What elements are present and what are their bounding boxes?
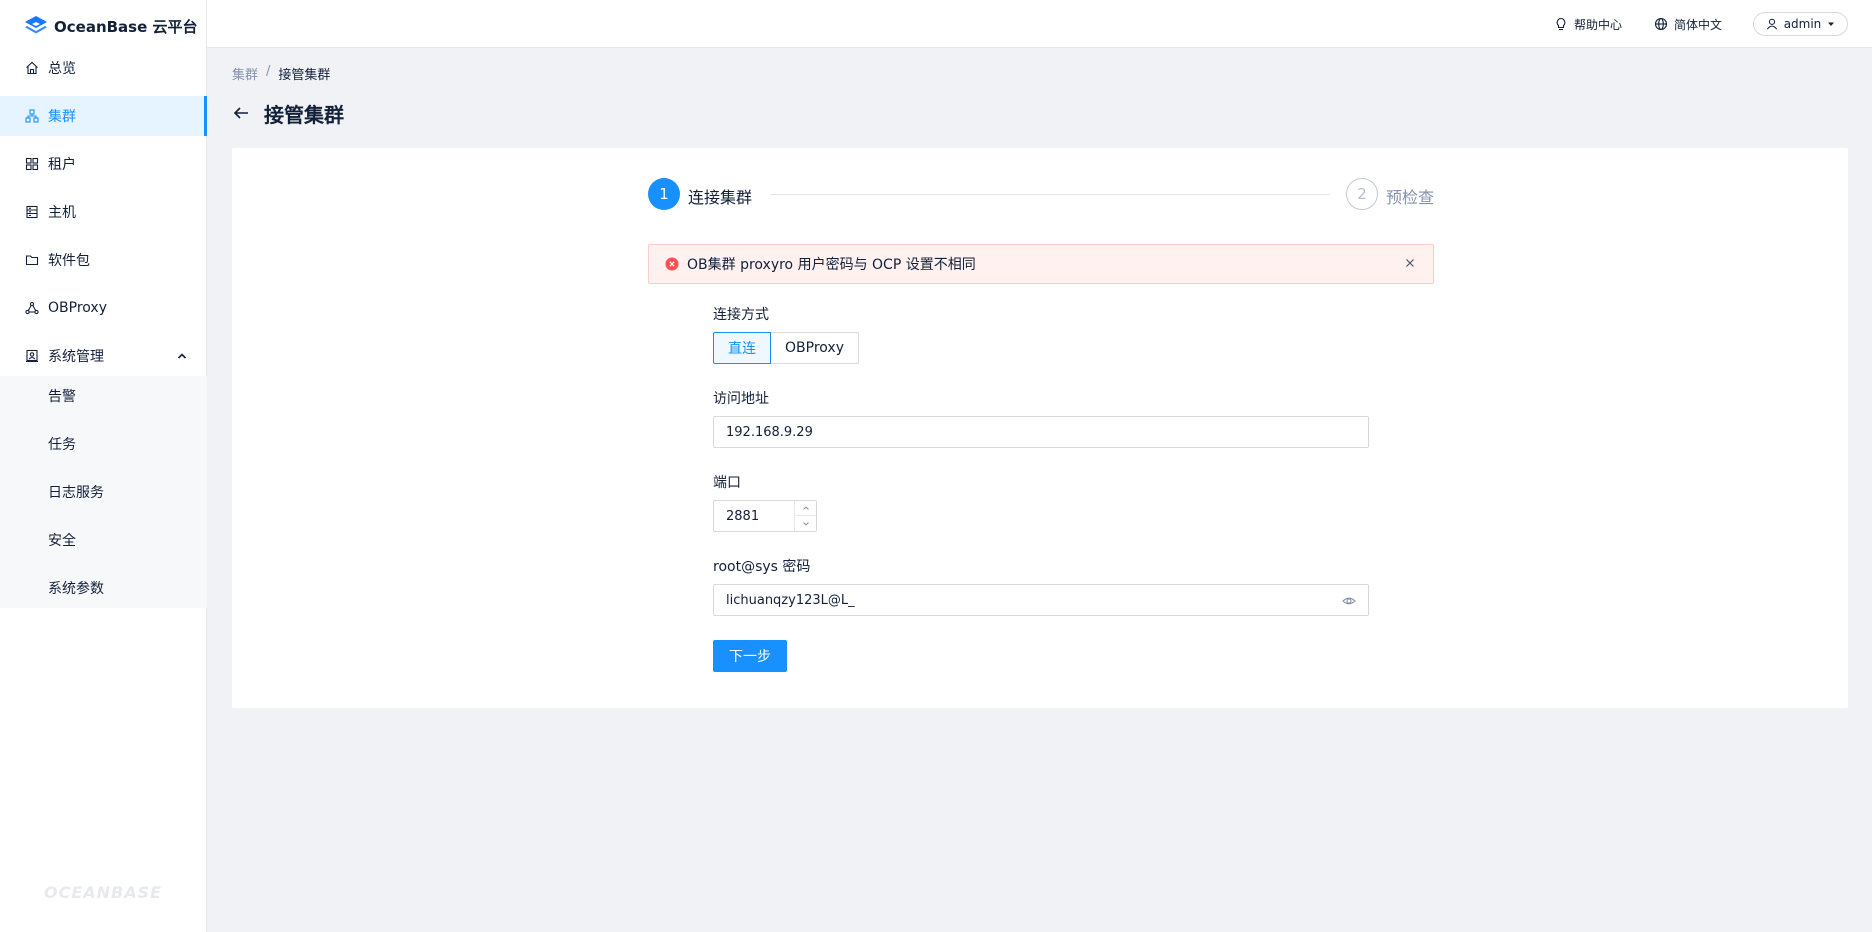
breadcrumb-parent[interactable]: 集群 [232, 64, 258, 83]
sidebar-item-obproxy[interactable]: OBProxy [0, 288, 207, 328]
page-header: 接管集群 [232, 98, 344, 128]
sidebar-item-package[interactable]: 软件包 [0, 240, 207, 280]
mode-label: 连接方式 [713, 307, 769, 323]
username: admin [1783, 17, 1822, 31]
mode-option-direct[interactable]: 直连 [713, 332, 771, 364]
help-center-label: 帮助中心 [1573, 17, 1622, 32]
brand-watermark: OCEANBASE [44, 883, 163, 902]
port-decrement[interactable] [795, 516, 816, 531]
close-icon[interactable] [1403, 256, 1417, 270]
grid-icon [24, 156, 40, 172]
server-icon [24, 204, 40, 220]
step-number: 2 [1346, 178, 1378, 210]
steps: 1 连接集群 2 预检查 [648, 178, 1434, 212]
field-password: root@sys 密码 lichuanqzy123L@L_ [713, 556, 1369, 616]
chevron-down-icon [802, 521, 809, 526]
language-label: 简体中文 [1673, 17, 1722, 32]
sidebar-subitem-label: 日志服务 [48, 485, 104, 501]
step-number: 1 [648, 178, 680, 210]
sidebar-item-label: 主机 [48, 205, 76, 221]
password-label: root@sys 密码 [713, 559, 811, 575]
sidebar-item-label: OBProxy [48, 300, 107, 316]
sidebar-item-label: 租户 [48, 157, 76, 173]
sidebar-subitem-label: 告警 [48, 389, 76, 405]
sidebar-item-label: 总览 [48, 61, 76, 77]
error-circle-icon [665, 257, 679, 271]
sidebar-item-tenant[interactable]: 租户 [0, 144, 207, 184]
sidebar-item-cluster[interactable]: 集群 [0, 96, 207, 136]
eye-icon[interactable] [1342, 594, 1356, 608]
brand-logo[interactable]: OceanBase 云平台 [24, 12, 198, 40]
password-value: lichuanqzy123L@L_ [726, 592, 855, 608]
oceanbase-logo-icon [25, 16, 47, 34]
sidebar-item-label: 系统管理 [48, 349, 104, 365]
connect-form: 连接方式 直连 OBProxy 访问地址 192.168.9.29 端口 288… [713, 304, 1369, 672]
port-stepper [794, 501, 816, 531]
sidebar: OceanBase 云平台 总览 集群 租户 主机 软件包 OBProxy 系统… [0, 0, 207, 932]
globe-icon [1654, 17, 1668, 31]
error-alert: OB集群 proxyro 用户密码与 OCP 设置不相同 [648, 244, 1434, 284]
chevron-up-icon[interactable] [175, 349, 189, 363]
brand-name: OceanBase 云平台 [54, 17, 198, 36]
port-increment[interactable] [795, 501, 816, 516]
field-mode: 连接方式 直连 OBProxy [713, 304, 1369, 364]
system-icon [24, 348, 40, 364]
breadcrumb-separator: / [266, 64, 271, 79]
step-label: 连接集群 [688, 188, 753, 207]
next-button[interactable]: 下一步 [713, 640, 787, 672]
sidebar-item-overview[interactable]: 总览 [0, 48, 207, 88]
address-label: 访问地址 [713, 391, 769, 407]
proxy-icon [24, 300, 40, 316]
sidebar-subitem-task[interactable]: 任务 [0, 424, 207, 464]
sidebar-item-host[interactable]: 主机 [0, 192, 207, 232]
sidebar-subitem-log-service[interactable]: 日志服务 [0, 472, 207, 512]
mode-option-obproxy[interactable]: OBProxy [771, 332, 859, 364]
help-center-link[interactable]: 帮助中心 [1554, 14, 1622, 34]
caret-down-icon [1828, 22, 1835, 26]
sidebar-subitem-label: 安全 [48, 533, 76, 549]
user-menu-button[interactable]: admin [1753, 12, 1848, 36]
back-arrow-icon[interactable] [232, 104, 250, 122]
port-input[interactable]: 2881 [713, 500, 817, 532]
step-label: 预检查 [1386, 188, 1435, 207]
sidebar-subitem-label: 系统参数 [48, 581, 104, 597]
main-card: 1 连接集群 2 预检查 OB集群 proxyro 用户密码与 OCP 设置不相… [232, 148, 1848, 708]
sidebar-subitem-security[interactable]: 安全 [0, 520, 207, 560]
sidebar-item-system[interactable]: 系统管理 [0, 336, 207, 376]
field-address: 访问地址 192.168.9.29 [713, 388, 1369, 448]
lightbulb-icon [1556, 17, 1566, 31]
sidebar-subitem-label: 任务 [48, 437, 76, 453]
page-title: 接管集群 [264, 102, 344, 127]
sidebar-subitem-system-params[interactable]: 系统参数 [0, 568, 207, 608]
top-header: 帮助中心 简体中文 admin [207, 0, 1872, 48]
user-icon [1766, 18, 1777, 30]
chevron-up-icon [802, 506, 809, 510]
system-submenu: 告警 任务 日志服务 安全 系统参数 [0, 376, 207, 608]
password-input[interactable]: lichuanqzy123L@L_ [713, 584, 1369, 616]
sidebar-item-label: 软件包 [48, 253, 90, 269]
address-value: 192.168.9.29 [726, 424, 813, 440]
home-icon [24, 60, 40, 76]
language-switcher[interactable]: 简体中文 [1654, 14, 1722, 34]
sidebar-menu: 总览 集群 租户 主机 软件包 OBProxy 系统管理 告警 任务 日志服务 … [0, 48, 207, 608]
sidebar-subitem-alarm[interactable]: 告警 [0, 376, 207, 416]
port-value: 2881 [726, 508, 760, 524]
address-input[interactable]: 192.168.9.29 [713, 416, 1369, 448]
alert-message: OB集群 proxyro 用户密码与 OCP 设置不相同 [687, 257, 976, 273]
field-port: 端口 2881 [713, 472, 1369, 532]
mode-radio-group: 直连 OBProxy [713, 332, 1369, 364]
port-label: 端口 [713, 475, 741, 491]
breadcrumb-current: 接管集群 [278, 68, 331, 83]
folder-icon [24, 252, 40, 268]
breadcrumb: 集群 / 接管集群 [232, 64, 330, 83]
sidebar-item-label: 集群 [48, 109, 76, 125]
step-connector [770, 194, 1330, 195]
cluster-icon [24, 108, 40, 124]
